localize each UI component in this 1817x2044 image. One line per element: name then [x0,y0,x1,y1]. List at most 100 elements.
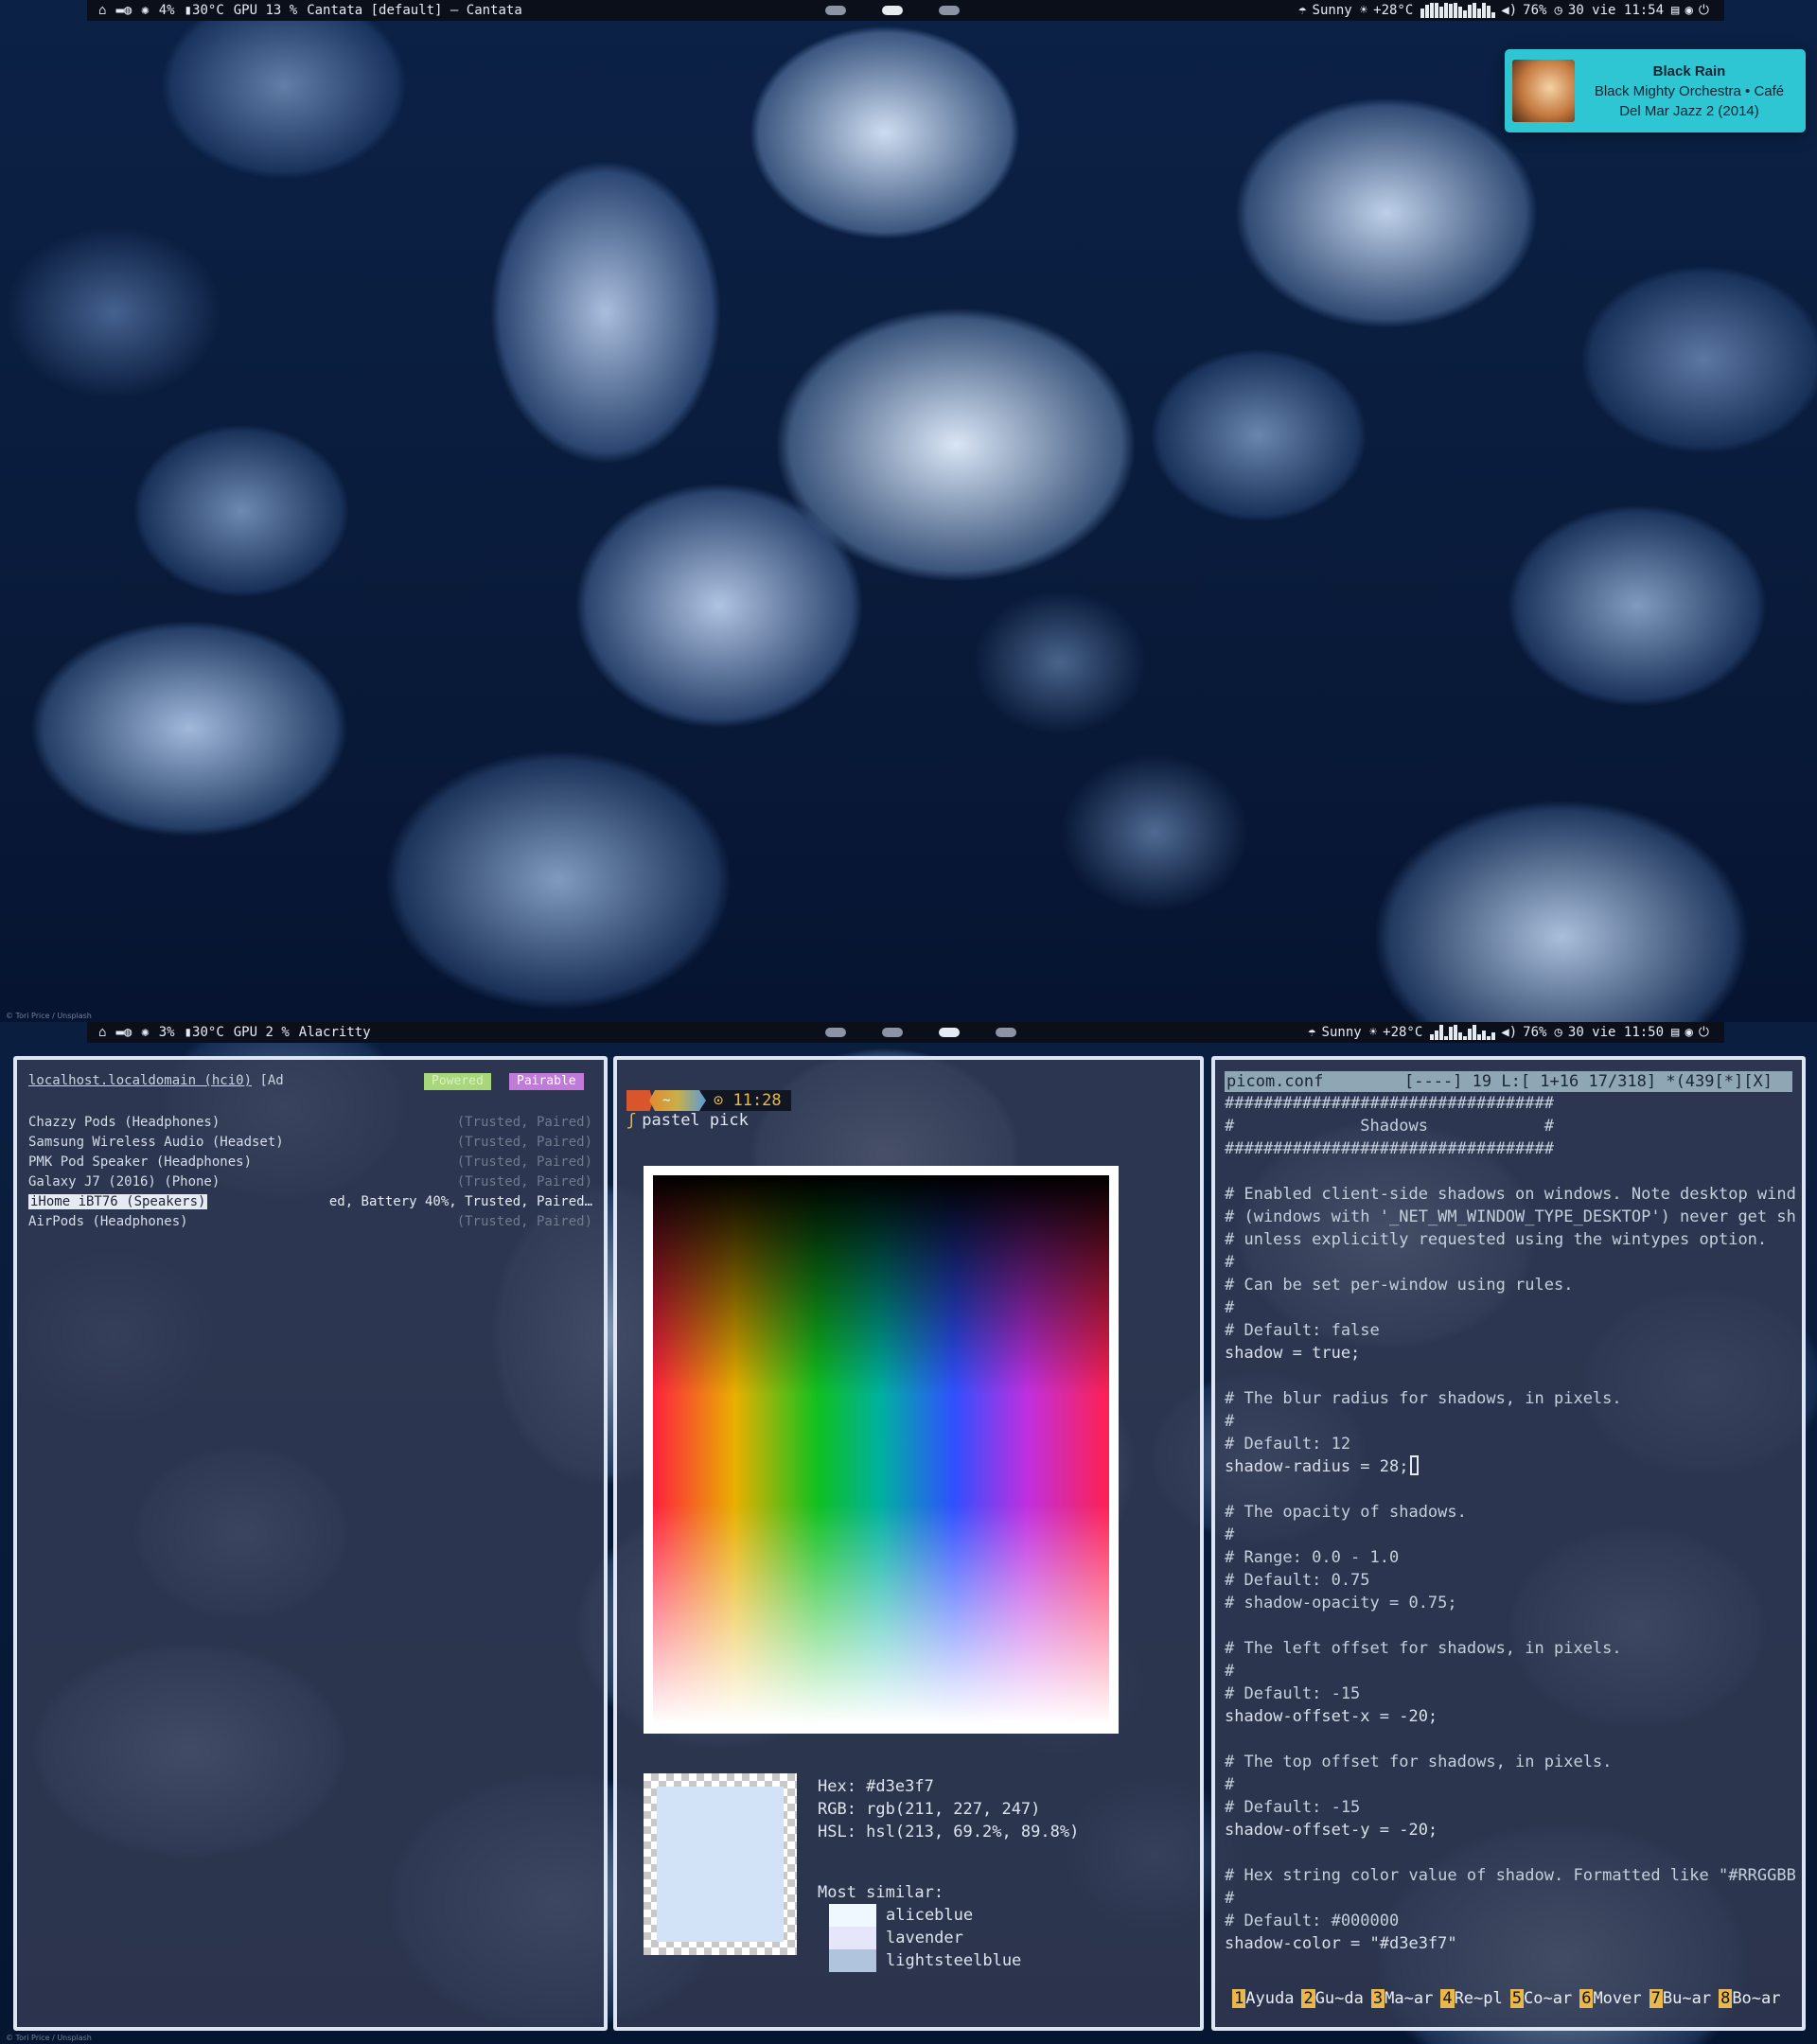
wallpaper-credit: © Tori Price / Unsplash [6,2034,92,2042]
code-line: # [1225,1298,1235,1317]
code-line: # Default: 12 [1225,1435,1351,1454]
fkey-number[interactable]: 3 [1370,1989,1385,2008]
code-line: # (windows with '_NET_WM_WINDOW_TYPE_DES… [1225,1207,1796,1226]
clock-icon: ◷ [1554,1025,1562,1040]
code-line: shadow = true; [1225,1344,1361,1363]
code-line: # Range: 0.0 - 1.0 [1225,1548,1400,1567]
workspace-4[interactable] [996,1028,1016,1037]
clipboard-icon[interactable]: ▤ [1671,3,1679,18]
code-line: # Default: 0.75 [1225,1571,1370,1590]
cpu-usage: 3% [158,1025,175,1040]
network-icon[interactable]: ▬◍ [115,3,132,18]
gpu-usage: GPU 13 % [233,3,298,18]
clipboard-icon[interactable]: ▤ [1671,1025,1679,1040]
window-title: Cantata [default] — Cantata [307,3,522,18]
device-row-selected[interactable]: iHome iBT76 (Speakers) ed, Battery 40%, T… [28,1192,592,1212]
code-line: # [1225,1662,1235,1681]
settings-icon[interactable]: ◉ [1685,3,1692,18]
code-line: # The left offset for shadows, in pixels… [1225,1639,1622,1658]
controller-name[interactable]: localhost.localdomain (hci0) [28,1073,252,1088]
device-row[interactable]: Galaxy J7 (2016) (Phone) (Trusted, Paired… [28,1172,592,1192]
workspace-1[interactable] [825,6,846,15]
code-line: # Default: #000000 [1225,1912,1400,1930]
device-row[interactable]: Chazzy Pods (Headphones) (Trusted, Paired… [28,1113,592,1133]
settings-icon[interactable]: ◉ [1685,1025,1692,1040]
code-line: # Default: false [1225,1321,1380,1340]
code-line: # [1225,1253,1235,1272]
song-artist: Black Mighty Orchestra • Café [1594,82,1785,99]
volume-icon[interactable]: ◀) [1501,1025,1517,1040]
pairable-badge[interactable]: Pairable [509,1073,584,1090]
wallpaper-credit: © Tori Price / Unsplash [6,1012,92,1020]
now-playing-notification[interactable]: Black Rain Black Mighty Orchestra • Café… [1505,49,1806,132]
fkey-label[interactable]: Bo~ar [1732,1989,1780,2008]
similar-color-row: lavender [829,1927,1021,1949]
fkey-number[interactable]: 6 [1579,1989,1594,2008]
fkey-label[interactable]: Ma~ar [1385,1989,1433,2008]
volume-level: 76% [1523,1025,1547,1040]
fkey-label[interactable]: Gu~da [1315,1989,1364,2008]
code-line: shadow-offset-x = -20; [1225,1707,1438,1726]
power-icon[interactable]: ⏻ [1699,1025,1709,1040]
code-line: shadow-radius = 28; [1225,1455,1802,1478]
fkey-number[interactable]: 5 [1509,1989,1524,2008]
cpu-icon: ✺ [141,3,150,18]
editor-window[interactable]: picom.conf [----] 19 L:[ 1+16 17/318] *(… [1211,1056,1806,2031]
status-right: ☂ Sunny ☀ +28°C ◀) 76% ◷ 30 vie 11:54 ▤ … [1298,3,1715,18]
window-title: Alacritty [298,1025,371,1040]
color-gradient[interactable] [653,1175,1109,1724]
terminal-pastel-window[interactable]: ~ ⊙ 11:28 ʃ pastel pick Hex: #d3e3f7 RGB:… [613,1056,1204,2031]
fkey-label[interactable]: Co~ar [1524,1989,1572,2008]
color-chip [829,1949,876,1972]
similar-color-row: lightsteelblue [829,1949,1021,1972]
volume-icon[interactable]: ◀) [1501,3,1517,18]
outside-temp: +28°C [1373,3,1414,18]
file-name: picom.conf [1226,1072,1324,1091]
fkey-label[interactable]: Mover [1593,1989,1641,2008]
clock: 30 vie 11:50 [1567,1025,1665,1040]
network-icon[interactable]: ▬◍ [115,1025,132,1040]
fkey-label[interactable]: Re~pl [1455,1989,1503,2008]
fkey-number[interactable]: 4 [1440,1989,1455,2008]
clock: 30 vie 11:54 [1567,3,1665,18]
code-line: # The blur radius for shadows, in pixels… [1225,1389,1622,1408]
fkey-number[interactable]: 7 [1649,1989,1663,2008]
status-bar: ⌂ ▬◍ ✺ 3% ▮30°C GPU 2 % Alacritty ☂ Sunn… [87,1022,1724,1043]
device-row[interactable]: PMK Pod Speaker (Headphones) (Trusted, Pa… [28,1153,592,1172]
code-line: # [1225,1775,1235,1794]
song-title: Black Rain [1652,62,1726,79]
bluetooth-header: localhost.localdomain (hci0) [Ad Powered… [28,1073,592,1090]
bluetooth-window[interactable]: localhost.localdomain (hci0) [Ad Powered… [13,1056,608,2031]
code-line: # The opacity of shadows. [1225,1503,1467,1522]
device-row[interactable]: AirPods (Headphones) (Trusted, Paired) [28,1212,592,1232]
device-row[interactable]: Samsung Wireless Audio (Headset) (Trusted… [28,1133,592,1153]
fkey-label[interactable]: Bu~ar [1663,1989,1711,2008]
color-picker[interactable] [644,1166,1119,1734]
power-icon[interactable]: ⏻ [1699,3,1709,18]
code-line: # unless explicitly requested using the … [1225,1230,1768,1249]
song-album: Del Mar Jazz 2 (2014) [1619,102,1759,119]
home-icon[interactable]: ⌂ [98,3,106,18]
editor-text-area[interactable]: ################################## # Shad… [1225,1092,1802,1955]
powered-badge[interactable]: Powered [424,1073,491,1090]
fkey-number[interactable]: 2 [1301,1989,1315,2008]
outside-temp: +28°C [1383,1025,1423,1040]
fkey-number[interactable]: 8 [1719,1989,1733,2008]
color-chip [829,1927,876,1949]
temperature: ▮30°C [184,3,224,18]
code-line: # Shadows # [1225,1117,1554,1136]
workspace-3[interactable] [939,1028,960,1037]
workspace-2[interactable] [882,6,903,15]
workspace-2[interactable] [882,1028,903,1037]
workspace-3[interactable] [939,6,960,15]
home-icon[interactable]: ⌂ [98,1025,106,1040]
code-line: shadow-offset-y = -20; [1225,1821,1438,1840]
jellyfish-wallpaper [0,0,1817,1022]
fkey-label[interactable]: Ayuda [1245,1989,1294,2008]
code-line: # [1225,1412,1235,1431]
fkey-number[interactable]: 1 [1232,1989,1246,2008]
workspace-1[interactable] [825,1028,846,1037]
